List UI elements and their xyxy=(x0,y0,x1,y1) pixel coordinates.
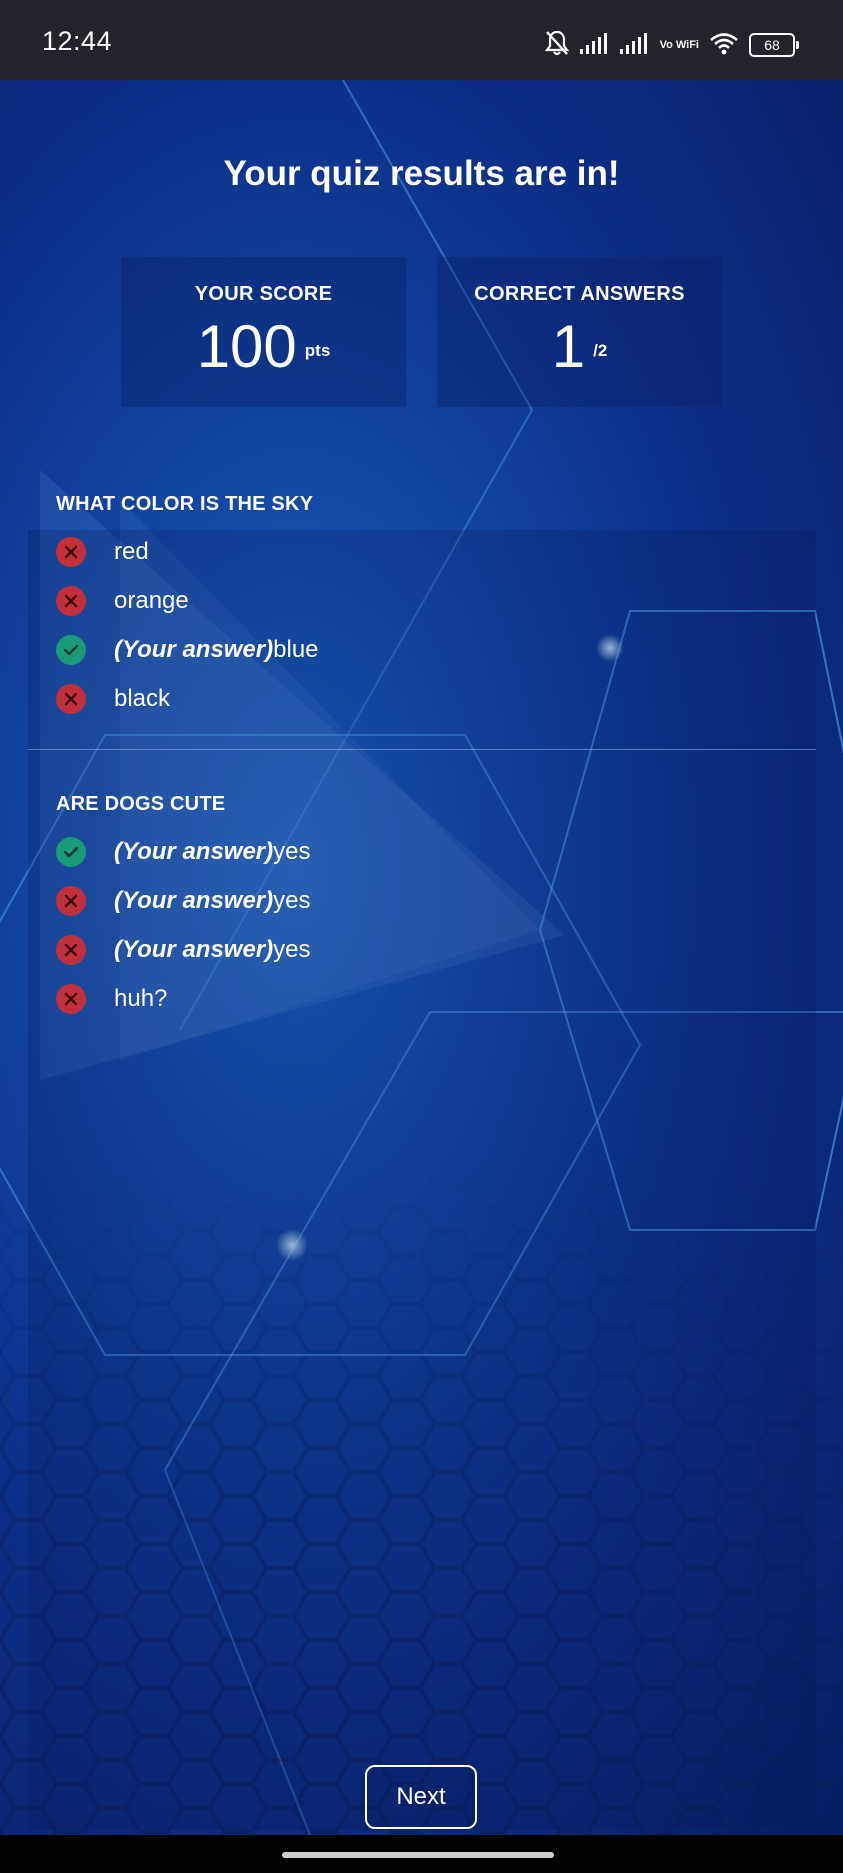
check-icon xyxy=(56,837,86,867)
answer-item: huh? xyxy=(56,983,167,1015)
correct-answers-total: /2 xyxy=(593,341,608,360)
status-bar: 12:44 Vo WiFi 68 xyxy=(0,0,843,80)
page-title: Your quiz results are in! xyxy=(223,154,620,193)
battery-icon: 68 xyxy=(749,33,799,57)
answer-item: (Your answer)yes xyxy=(56,836,311,868)
navigation-bar xyxy=(0,1835,843,1873)
results-panel xyxy=(28,530,816,1830)
answer-text: (Your answer)yes xyxy=(114,887,311,914)
question-title: ARE DOGS CUTE xyxy=(56,793,226,815)
score-value: 100 pts xyxy=(121,314,406,380)
answer-text: huh? xyxy=(114,985,168,1012)
answer-text: orange xyxy=(114,587,189,614)
check-icon xyxy=(56,635,86,665)
answer-text: (Your answer)blue xyxy=(114,636,319,663)
score-label: YOUR SCORE xyxy=(194,283,333,305)
quiz-results-screen: 12:44 Vo WiFi 68 Your quiz results are i… xyxy=(0,0,843,1873)
answer-item: orange xyxy=(56,585,189,617)
answer-text: red xyxy=(114,538,149,565)
score-card: YOUR SCORE 100 pts xyxy=(121,257,406,407)
signal-icon xyxy=(579,31,610,60)
correct-answers-card: CORRECT ANSWERS 1/2 xyxy=(437,257,722,407)
wrong-icon xyxy=(56,935,86,965)
answer-item: black xyxy=(56,683,170,715)
answer-item: red xyxy=(56,536,149,568)
wrong-icon xyxy=(56,684,86,714)
correct-answers-value: 1/2 xyxy=(437,314,722,380)
wrong-icon xyxy=(56,537,86,567)
next-button[interactable]: Next xyxy=(365,1765,477,1829)
wrong-icon xyxy=(56,984,86,1014)
question-block: WHAT COLOR IS THE SKY xyxy=(56,493,313,516)
score-number: 100 xyxy=(196,313,297,380)
correct-answers-label: CORRECT ANSWERS xyxy=(474,283,685,305)
question-block: ARE DOGS CUTE xyxy=(56,793,225,816)
home-indicator[interactable] xyxy=(282,1852,554,1858)
signal-icon xyxy=(619,31,650,60)
answer-text: (Your answer)yes xyxy=(114,838,311,865)
correct-answers-number: 1 xyxy=(551,313,586,380)
score-unit: pts xyxy=(304,341,331,360)
wrong-icon xyxy=(56,886,86,916)
question-title: WHAT COLOR IS THE SKY xyxy=(56,493,314,515)
status-icons: Vo WiFi 68 xyxy=(544,29,799,62)
question-divider xyxy=(28,749,816,750)
answer-text: (Your answer)yes xyxy=(114,936,311,963)
answer-text: black xyxy=(114,685,171,712)
bell-muted-icon xyxy=(544,29,570,62)
status-time: 12:44 xyxy=(42,26,113,56)
vowifi-icon: Vo WiFi xyxy=(659,38,699,51)
wrong-icon xyxy=(56,586,86,616)
answer-item: (Your answer)yes xyxy=(56,885,311,917)
answer-item: (Your answer)blue xyxy=(56,634,319,666)
answer-item: (Your answer)yes xyxy=(56,934,311,966)
wifi-icon xyxy=(709,31,739,60)
